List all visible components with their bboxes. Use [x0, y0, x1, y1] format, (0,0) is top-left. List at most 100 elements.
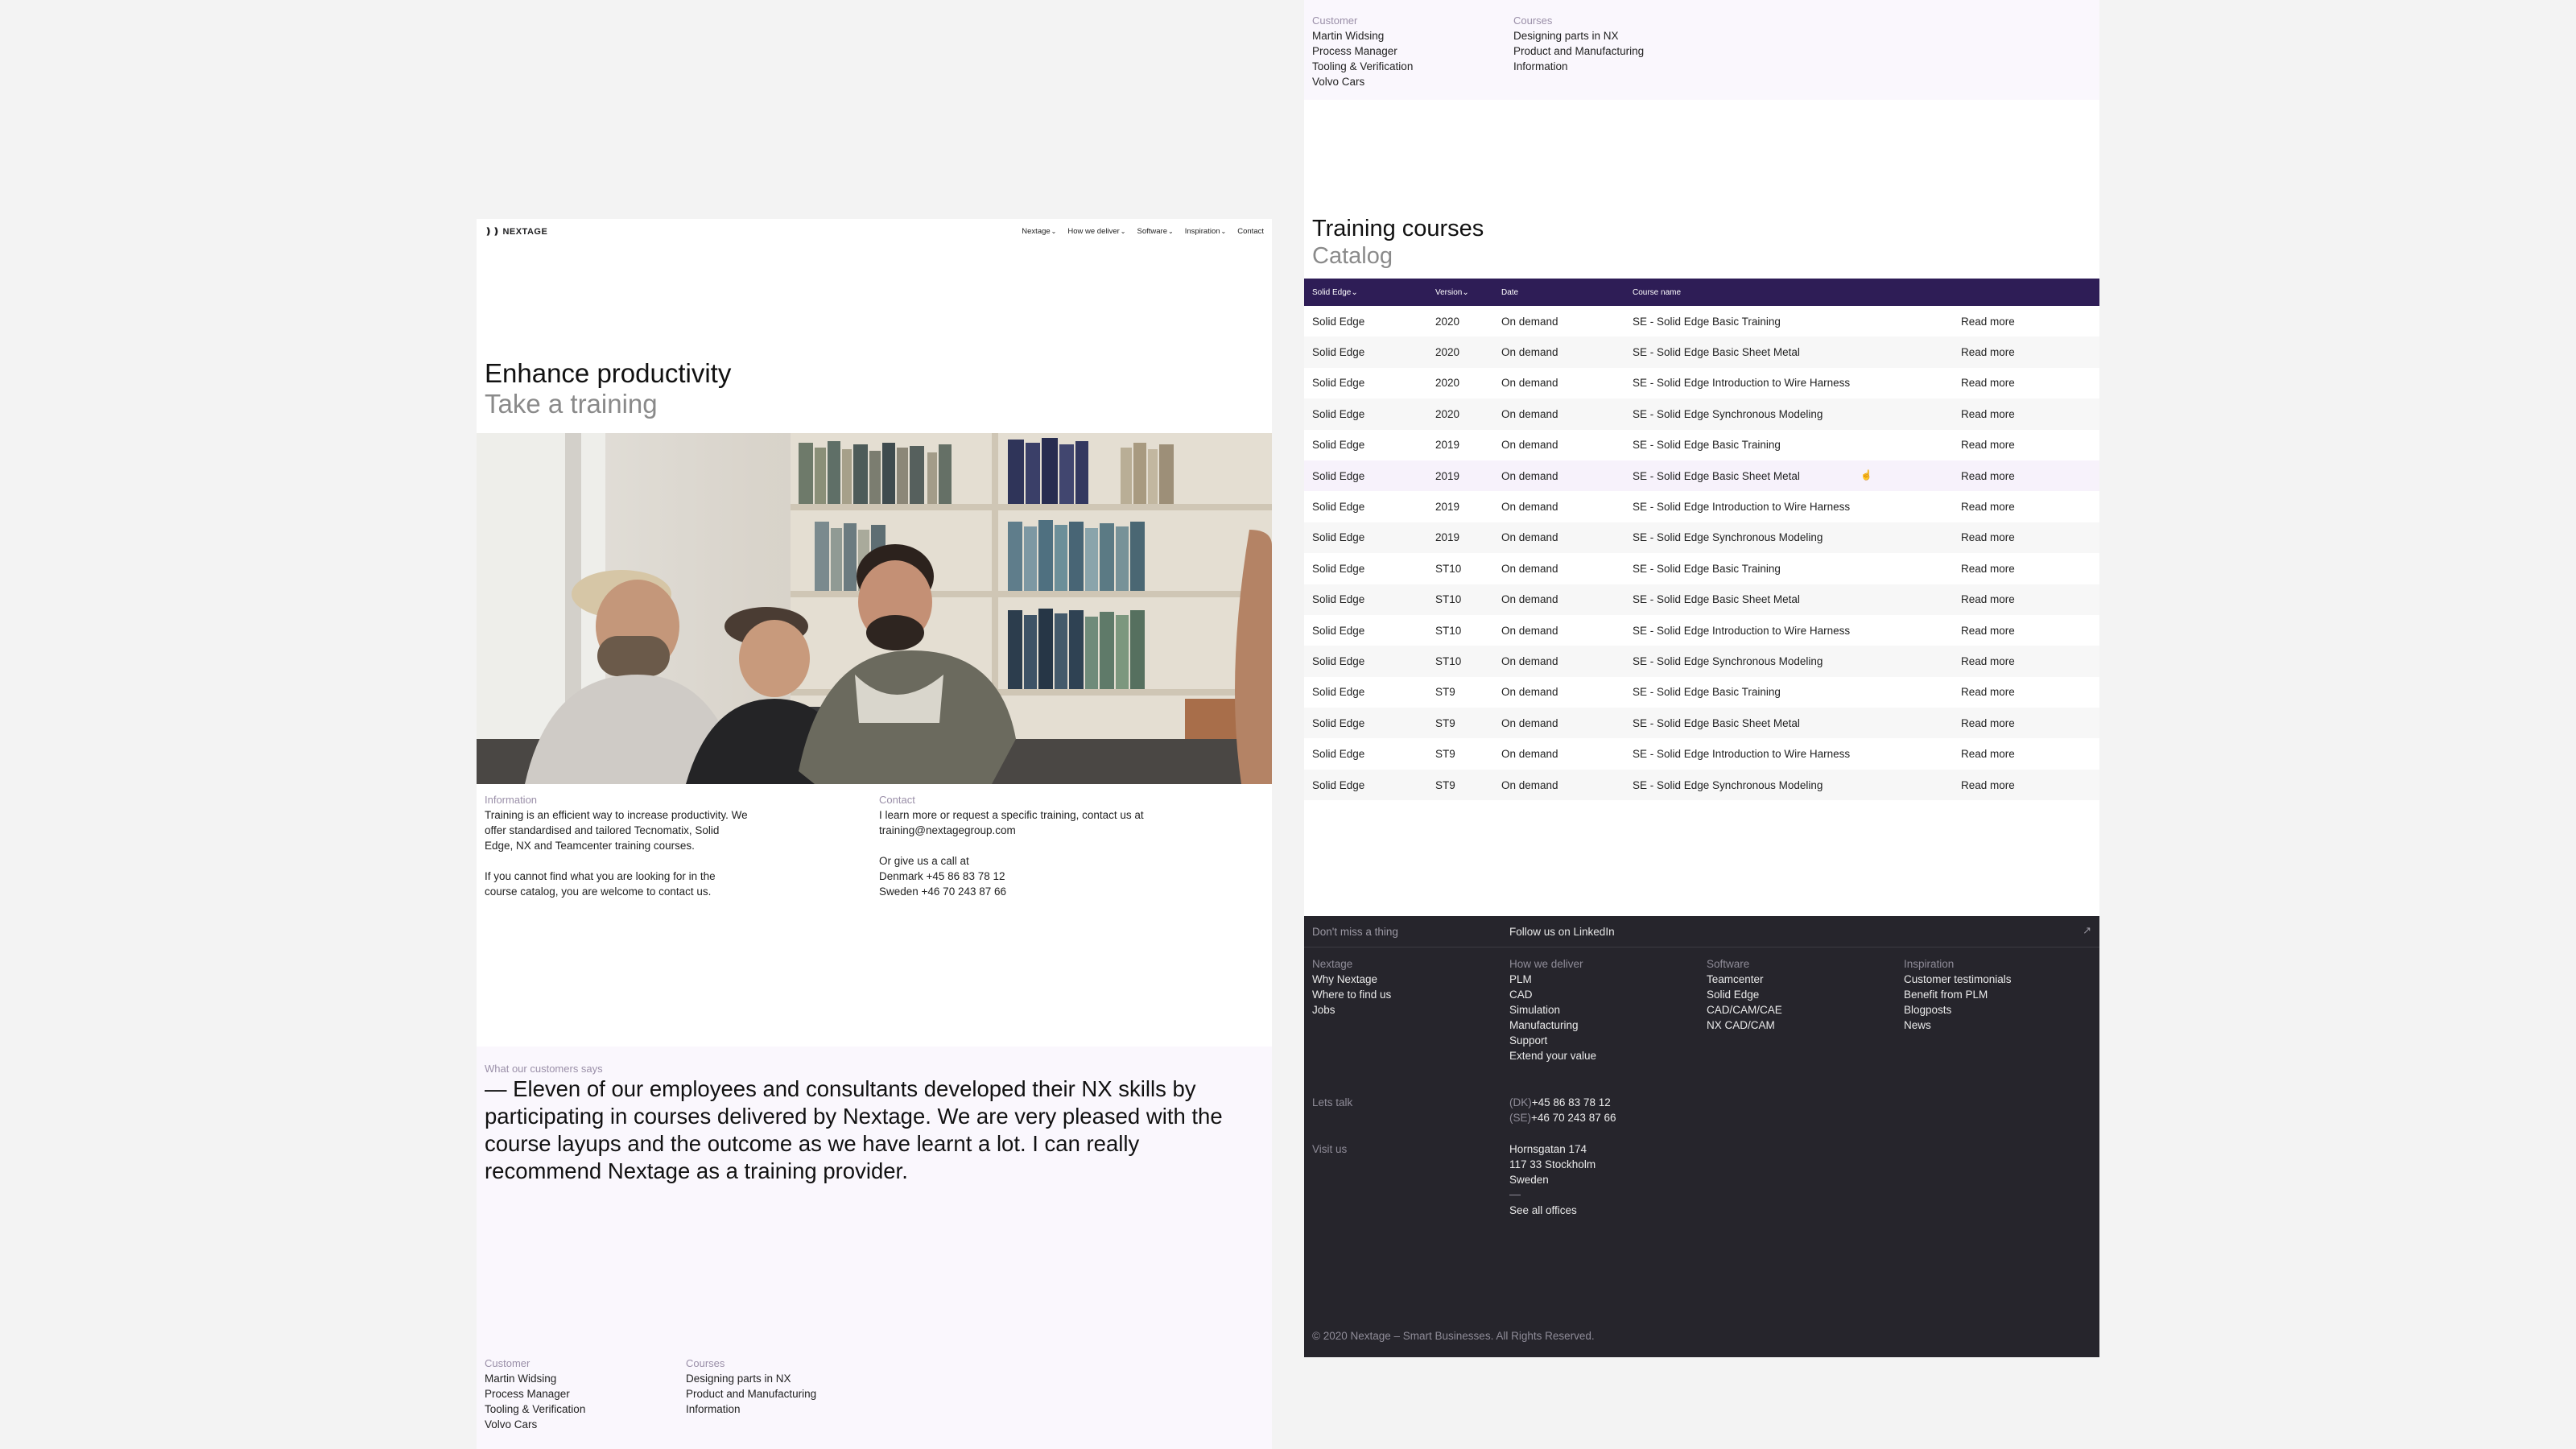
chevron-down-icon: ⌄ — [1120, 228, 1126, 235]
cell-date: On demand — [1501, 562, 1558, 575]
see-all-offices-link[interactable]: See all offices — [1509, 1203, 1596, 1218]
cell-product: Solid Edge — [1312, 531, 1365, 544]
contact-section: Contact I learn more or request a specif… — [879, 792, 1145, 899]
cell-version: ST10 — [1435, 562, 1462, 575]
read-more-link[interactable]: Read more — [1961, 779, 2090, 791]
customer-info: Customer Martin Widsing Process Manager … — [485, 1356, 686, 1432]
table-row[interactable]: Solid Edge ST9 On demand SE - Solid Edge In… — [1304, 738, 2099, 769]
phone-dk-link[interactable]: (DK)+45 86 83 78 12 — [1509, 1095, 1616, 1110]
course-line[interactable]: Designing parts in NX — [1513, 28, 1715, 43]
footer-link[interactable]: Simulation — [1509, 1002, 1707, 1018]
footer-link[interactable]: Benefit from PLM — [1904, 987, 2099, 1002]
external-link-icon[interactable]: ↗ — [2083, 924, 2091, 937]
footer-link[interactable]: CAD/CAM/CAE — [1707, 1002, 1904, 1018]
course-line[interactable]: Designing parts in NX — [686, 1371, 887, 1386]
phone-sweden[interactable]: Sweden +46 70 243 87 66 — [879, 886, 1006, 898]
footer-link[interactable]: News — [1904, 1018, 2099, 1033]
footer-link[interactable]: Support — [1509, 1033, 1707, 1048]
read-more-link[interactable]: Read more — [1961, 470, 2090, 482]
nav-item-software[interactable]: Software⌄ — [1137, 227, 1174, 236]
cell-date: On demand — [1501, 531, 1558, 544]
read-more-link[interactable]: Read more — [1961, 593, 2090, 605]
table-row[interactable]: Solid Edge 2020 On demand SE - Solid Edge B… — [1304, 306, 2099, 336]
read-more-link[interactable]: Read more — [1961, 655, 2090, 667]
footer-col-inspiration: Inspiration Customer testimonials Benefi… — [1904, 956, 2099, 1063]
footer-link[interactable]: Where to find us — [1312, 987, 1509, 1002]
read-more-link[interactable]: Read more — [1961, 717, 2090, 729]
footer-link[interactable]: Jobs — [1312, 1002, 1509, 1018]
table-row[interactable]: Solid Edge 2020 On demand SE - Solid Edge I… — [1304, 368, 2099, 398]
table-row[interactable]: Solid Edge ST10 On demand SE - Solid Edge B… — [1304, 553, 2099, 584]
phone-denmark[interactable]: Denmark +45 86 83 78 12 — [879, 870, 1005, 882]
cell-product: Solid Edge — [1312, 346, 1365, 359]
cell-course-name: SE - Solid Edge Basic Sheet Metal — [1633, 716, 1800, 729]
footer-link[interactable]: PLM — [1509, 972, 1707, 987]
read-more-link[interactable]: Read more — [1961, 316, 2090, 328]
table-row[interactable]: Solid Edge ST9 On demand SE - Solid Edge Ba… — [1304, 708, 2099, 739]
nav-item-nextage[interactable]: Nextage⌄ — [1022, 227, 1056, 236]
footer-link[interactable]: Customer testimonials — [1904, 972, 2099, 987]
cell-course-name: SE - Solid Edge Basic Training — [1633, 315, 1781, 328]
footer-link[interactable]: CAD — [1509, 987, 1707, 1002]
customer-info: Customer Martin Widsing Process Manager … — [1312, 13, 1513, 89]
nextage-logo[interactable]: ❫❫ NEXTAGE — [485, 226, 547, 237]
table-row[interactable]: Solid Edge ST10 On demand SE - Solid Edge I… — [1304, 615, 2099, 646]
table-row[interactable]: Solid Edge ST10 On demand SE - Solid Edge S… — [1304, 646, 2099, 677]
linkedin-link[interactable]: Follow us on LinkedIn — [1509, 926, 1615, 938]
cell-version: ST9 — [1435, 748, 1455, 761]
cell-product: Solid Edge — [1312, 748, 1365, 761]
cell-date: On demand — [1501, 377, 1558, 390]
footer-col-label: How we deliver — [1509, 958, 1583, 970]
footer-link[interactable]: Extend your value — [1509, 1048, 1707, 1063]
read-more-link[interactable]: Read more — [1961, 748, 2090, 760]
read-more-link[interactable]: Read more — [1961, 686, 2090, 698]
footer-link[interactable]: NX CAD/CAM — [1707, 1018, 1904, 1033]
version-filter[interactable]: Version⌄ — [1435, 288, 1501, 297]
read-more-link[interactable]: Read more — [1961, 346, 2090, 358]
footer-link[interactable]: Manufacturing — [1509, 1018, 1707, 1033]
footer-link[interactable]: Teamcenter — [1707, 972, 1904, 987]
read-more-link[interactable]: Read more — [1961, 625, 2090, 637]
course-line[interactable]: Product and Manufacturing — [1513, 43, 1715, 59]
courses-label: Courses — [686, 1357, 725, 1369]
phone-se-link[interactable]: (SE)+46 70 243 87 66 — [1509, 1110, 1616, 1125]
chevron-down-icon: ⌄ — [1051, 228, 1057, 235]
nav-label: How we deliver — [1067, 227, 1120, 236]
table-row[interactable]: Solid Edge 2019 On demand SE - Solid Edge I… — [1304, 491, 2099, 522]
read-more-link[interactable]: Read more — [1961, 501, 2090, 513]
table-row[interactable]: Solid Edge 2019 On demand SE - Solid Edge B… — [1304, 460, 2099, 492]
read-more-link[interactable]: Read more — [1961, 563, 2090, 575]
training-page: ❫❫ NEXTAGE Nextage⌄ How we deliver⌄ Softw… — [477, 219, 1272, 1449]
cell-course-name: SE - Solid Edge Basic Sheet Metal — [1633, 346, 1800, 359]
cell-date: On demand — [1501, 716, 1558, 729]
course-line[interactable]: Information — [1513, 59, 1715, 74]
footer-link[interactable]: Solid Edge — [1707, 987, 1904, 1002]
cell-date: On demand — [1501, 593, 1558, 606]
product-filter[interactable]: Solid Edge⌄ — [1304, 288, 1435, 297]
read-more-link[interactable]: Read more — [1961, 377, 2090, 389]
footer-col-software: Software Teamcenter Solid Edge CAD/CAM/C… — [1707, 956, 1904, 1063]
read-more-link[interactable]: Read more — [1961, 531, 2090, 543]
table-row[interactable]: Solid Edge 2019 On demand SE - Solid Edge S… — [1304, 522, 2099, 554]
read-more-link[interactable]: Read more — [1961, 439, 2090, 451]
course-line[interactable]: Information — [686, 1402, 887, 1417]
contact-text: I learn more or request a specific train… — [879, 807, 1145, 899]
nav-item-inspiration[interactable]: Inspiration⌄ — [1185, 227, 1227, 236]
nav-item-how-we-deliver[interactable]: How we deliver⌄ — [1067, 227, 1125, 236]
table-row[interactable]: Solid Edge 2020 On demand SE - Solid Edge S… — [1304, 398, 2099, 430]
table-row[interactable]: Solid Edge ST9 On demand SE - Solid Edge Ba… — [1304, 677, 2099, 708]
footer-link[interactable]: Why Nextage — [1312, 972, 1509, 987]
table-row[interactable]: Solid Edge ST10 On demand SE - Solid Edge B… — [1304, 584, 2099, 615]
course-line[interactable]: Product and Manufacturing — [686, 1386, 887, 1402]
table-row[interactable]: Solid Edge ST9 On demand SE - Solid Edge Sy… — [1304, 769, 2099, 801]
logo-text: NEXTAGE — [502, 227, 548, 237]
cell-product: Solid Edge — [1312, 407, 1365, 420]
visit-us-label: Visit us — [1312, 1143, 1348, 1155]
footer-link[interactable]: Blogposts — [1904, 1002, 2099, 1018]
contact-email-text[interactable]: I learn more or request a specific train… — [879, 807, 1145, 838]
read-more-link[interactable]: Read more — [1961, 408, 2090, 420]
table-row[interactable]: Solid Edge 2020 On demand SE - Solid Edge B… — [1304, 336, 2099, 368]
nav-item-contact[interactable]: Contact — [1237, 227, 1264, 236]
footer-col-nextage: Nextage Why Nextage Where to find us Job… — [1312, 956, 1509, 1063]
table-row[interactable]: Solid Edge 2019 On demand SE - Solid Edge B… — [1304, 430, 2099, 460]
